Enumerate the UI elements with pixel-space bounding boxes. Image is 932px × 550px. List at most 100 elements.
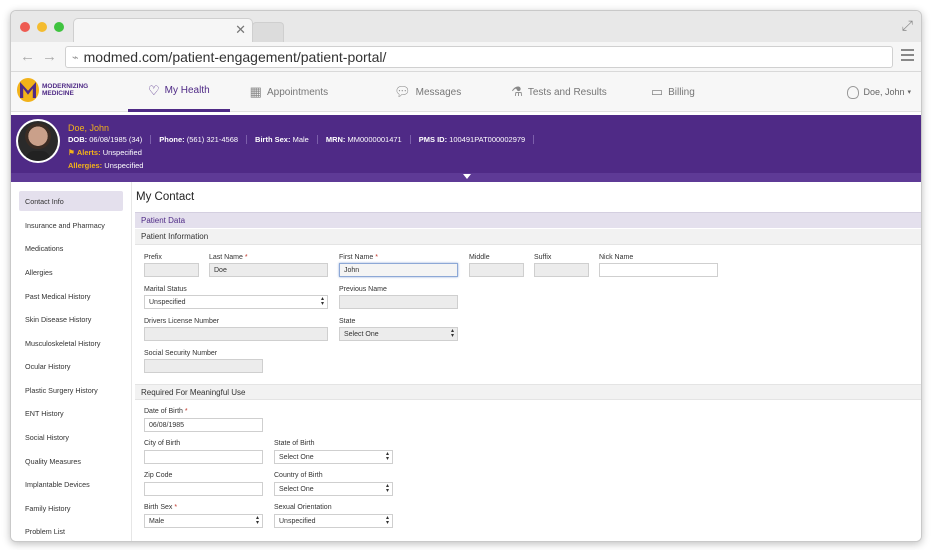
tab-my-health[interactable]: ♡ My Health [128, 72, 230, 112]
maximize-window-button[interactable] [54, 22, 64, 32]
sidebar-item-allergies[interactable]: Allergies [19, 262, 123, 282]
minimize-window-button[interactable] [37, 22, 47, 32]
sidebar-item-contact-info[interactable]: Contact Info [19, 191, 123, 211]
previous-name-field[interactable] [339, 295, 458, 309]
ssn-label: Social Security Number [144, 350, 218, 357]
state-select[interactable]: Select One ▴ ▾ [339, 327, 458, 341]
tab-label: Messages [415, 86, 462, 98]
marital-status-value: Unspecified [149, 298, 186, 306]
nick-name-field[interactable] [599, 263, 718, 277]
sidebar-item-insurance-and-pharmacy[interactable]: Insurance and Pharmacy [19, 215, 123, 235]
back-arrow-icon[interactable]: ← [20, 48, 35, 65]
select-arrows-icon: ▴ ▾ [255, 515, 259, 526]
heart-pulse-icon: ♡ [148, 82, 160, 98]
sidebar-item-problem-list[interactable]: Problem List [19, 521, 123, 541]
sidebar-item-social-history[interactable]: Social History [19, 427, 123, 447]
chevron-down-icon: ▾ [907, 89, 911, 96]
date-of-birth-field[interactable]: 06/08/1985 [144, 418, 263, 432]
fullscreen-icon[interactable]: ⤢ [902, 17, 913, 34]
user-icon [847, 85, 860, 99]
last-name-field[interactable]: Doe [209, 263, 328, 277]
sidebar-item-implantable-devices[interactable]: Implantable Devices [19, 474, 123, 494]
logo-text: MODERNIZING MEDICINE [42, 83, 102, 97]
date-of-birth-label: Date of Birth * [144, 408, 188, 415]
patient-avatar [16, 119, 60, 163]
zip-code-label: Zip Code [144, 472, 173, 479]
tab-label: Appointments [266, 86, 329, 98]
middle-label: Middle [469, 254, 490, 261]
prefix-label: Prefix [144, 254, 162, 261]
browser-titlebar: ✕ ⤢ [11, 11, 921, 43]
middle-field[interactable] [469, 263, 524, 277]
patient-banner: Doe, John DOB: 06/08/1985 (34) Phone: (5… [11, 115, 921, 173]
browser-menu-icon[interactable] [901, 49, 914, 61]
sidebar-item-ent-history[interactable]: ENT History [19, 403, 123, 423]
tab-appointments[interactable]: ▦ Appointments [230, 72, 348, 112]
select-arrows-icon: ▴ ▾ [450, 328, 454, 339]
suffix-field[interactable] [534, 263, 589, 277]
sidebar-item-skin-disease-history[interactable]: Skin Disease History [19, 309, 123, 329]
patient-dob: DOB: 06/08/1985 (34) [68, 135, 152, 144]
sidebar-item-ocular-history[interactable]: Ocular History [19, 356, 123, 376]
city-of-birth-label: City of Birth [144, 440, 181, 447]
state-of-birth-select[interactable]: Select One ▴ ▾ [274, 450, 393, 464]
sidebar-item-quality-measures[interactable]: Quality Measures [19, 451, 123, 471]
user-menu[interactable]: Doe, John ▾ [847, 72, 911, 112]
ssn-field[interactable] [144, 359, 263, 373]
prefix-field[interactable] [144, 263, 199, 277]
flag-icon: ⚑ [68, 148, 75, 157]
logo-icon [17, 78, 39, 102]
tab-label: Tests and Results [527, 86, 607, 98]
first-name-field[interactable]: John [339, 263, 458, 277]
sexual-orientation-value: Unspecified [279, 517, 316, 525]
tab-label: My Health [164, 85, 210, 96]
tab-tests-and-results[interactable]: ⚗︎ Tests and Results [481, 72, 627, 112]
sidebar-item-past-medical-history[interactable]: Past Medical History [19, 286, 123, 306]
birth-sex-value: Male [149, 517, 165, 525]
tab-close-icon[interactable]: ✕ [235, 22, 246, 38]
section-patient-data: Patient Data [135, 212, 921, 228]
meaningful-use-heading: Required For Meaningful Use [135, 384, 921, 400]
sidebar-item-plastic-surgery-history[interactable]: Plastic Surgery History [19, 380, 123, 400]
site-icon: ⌁ [72, 51, 79, 64]
country-of-birth-label: Country of Birth [274, 472, 323, 479]
banner-toggle-bar[interactable] [11, 173, 921, 182]
city-of-birth-field[interactable] [144, 450, 263, 464]
close-window-button[interactable] [20, 22, 30, 32]
drivers-license-field[interactable] [144, 327, 328, 341]
address-bar: ← → ⌁ modmed.com/patient-engagement/pati… [11, 42, 921, 72]
select-arrows-icon: ▴ ▾ [385, 483, 389, 494]
sidebar-item-musculoskeletal-history[interactable]: Musculoskeletal History [19, 333, 123, 353]
browser-window: ✕ ⤢ ← → ⌁ modmed.com/patient-engagement/… [10, 10, 922, 542]
page-title: My Contact [136, 191, 195, 203]
tab-label: Billing [668, 86, 695, 98]
zip-code-field[interactable] [144, 482, 263, 496]
patient-name[interactable]: Doe, John [68, 123, 109, 133]
patient-alerts: ⚑ Alerts: Unspecified [68, 148, 142, 157]
sexual-orientation-label: Sexual Orientation [274, 504, 332, 511]
sexual-orientation-select[interactable]: Unspecified ▴ ▾ [274, 514, 393, 528]
caret-down-icon [463, 174, 471, 179]
calendar-icon: ▦ [249, 84, 262, 99]
first-name-label: First Name * [339, 254, 378, 261]
state-of-birth-label: State of Birth [274, 440, 315, 447]
previous-name-label: Previous Name [339, 286, 387, 293]
select-arrows-icon: ▴ ▾ [385, 451, 389, 462]
sidebar-item-family-history[interactable]: Family History [19, 498, 123, 518]
state-label: State [339, 318, 356, 325]
microscope-icon: ⚗︎ [511, 84, 523, 99]
url-input[interactable]: ⌁ modmed.com/patient-engagement/patient-… [65, 46, 893, 68]
forward-arrow-icon[interactable]: → [42, 48, 57, 65]
state-value: Select One [344, 330, 379, 338]
logo-line-2: MEDICINE [42, 90, 74, 97]
country-of-birth-select[interactable]: Select One ▴ ▾ [274, 482, 393, 496]
modernizing-medicine-logo[interactable]: MODERNIZING MEDICINE [17, 78, 102, 102]
new-tab-button[interactable] [252, 22, 284, 42]
browser-tab[interactable]: ✕ [73, 18, 253, 43]
tab-billing[interactable]: ▭ Billing [627, 72, 715, 112]
marital-status-select[interactable]: Unspecified ▴ ▾ [144, 295, 328, 309]
marital-status-label: Marital Status [144, 286, 187, 293]
sidebar-item-medications[interactable]: Medications [19, 238, 123, 258]
birth-sex-select[interactable]: Male ▴ ▾ [144, 514, 263, 528]
tab-messages[interactable]: 💬︎ Messages [348, 72, 481, 112]
